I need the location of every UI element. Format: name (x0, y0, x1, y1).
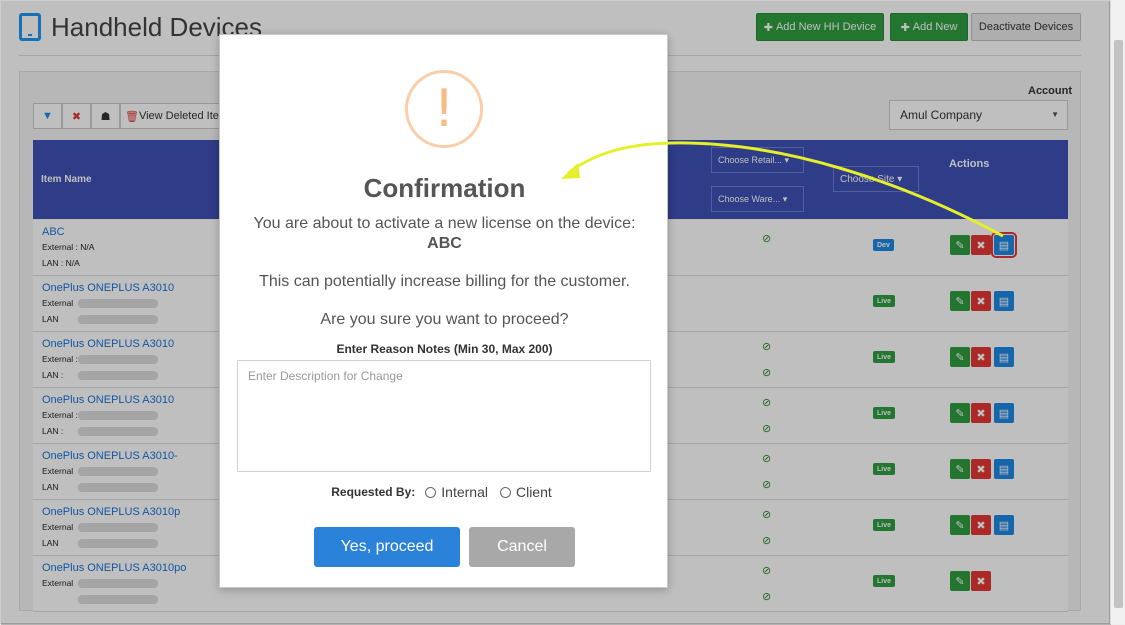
page: Handheld Devices ✚ Add New HH Device ✚ A… (0, 0, 1111, 625)
scrollbar-thumb[interactable] (1114, 40, 1123, 608)
annotation-arrow (561, 141, 1004, 238)
scrollbar[interactable] (1110, 0, 1125, 624)
